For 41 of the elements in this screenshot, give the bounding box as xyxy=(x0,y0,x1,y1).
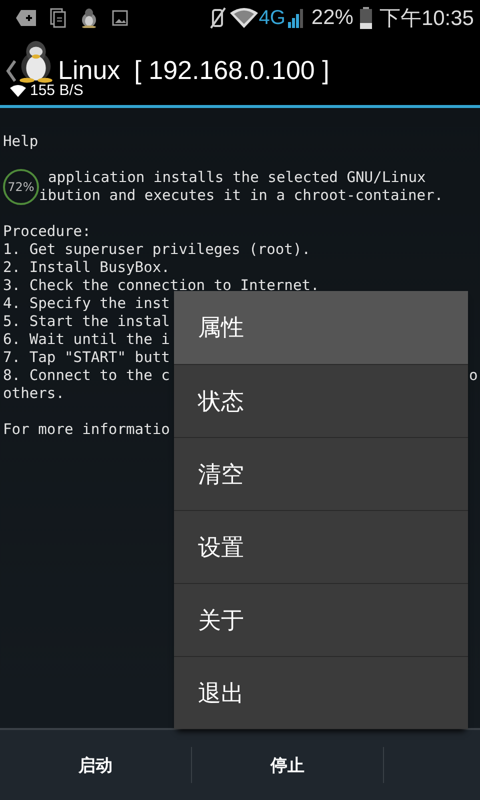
penguin-icon xyxy=(18,40,54,83)
menu-item[interactable]: 关于 xyxy=(174,583,468,656)
battery-percent: 22% xyxy=(311,6,354,30)
menu-item[interactable]: 设置 xyxy=(174,510,468,583)
terminal-line: others. xyxy=(3,385,65,402)
muted-vibrate-icon xyxy=(208,7,227,29)
menu-item[interactable]: 状态 xyxy=(174,364,468,437)
menu-item[interactable]: 清空 xyxy=(174,437,468,510)
bar-button[interactable]: 启动 xyxy=(0,730,191,800)
wifi-icon xyxy=(10,84,26,96)
terminal-line: 1. Get superuser privileges (root). xyxy=(3,241,311,258)
terminal-line: Help xyxy=(3,133,38,150)
ip-address: [ 192.168.0.100 ] xyxy=(134,55,330,86)
terminal-line: 6. Wait until the i xyxy=(3,331,170,348)
terminal-line: 4. Specify the inst xyxy=(3,295,170,312)
wifi-icon xyxy=(230,7,258,29)
terminal-line: 8. Connect to the c xyxy=(3,367,170,384)
app-title: Linux xyxy=(58,55,120,85)
document-icon xyxy=(50,8,66,28)
terminal-line: 3. Check the connection to Internet. xyxy=(3,277,320,294)
progress-badge: 72% xyxy=(3,169,39,205)
terminal-line: application installs the selected GNU/Linux xyxy=(48,169,426,186)
image-icon xyxy=(112,10,128,26)
terminal-line: 7. Tap "START" butt xyxy=(3,349,170,366)
terminal-line: Procedure: xyxy=(3,223,91,240)
add-icon xyxy=(16,10,36,26)
penguin-icon xyxy=(80,8,98,28)
terminal-line: 2. Install BusyBox. xyxy=(3,259,170,276)
terminal-text: o xyxy=(469,367,478,385)
signal-icon xyxy=(288,8,304,28)
clock: 下午10:35 xyxy=(379,6,474,32)
terminal-line: 5. Start the instal xyxy=(3,313,170,330)
network-type-label: 4G xyxy=(258,6,286,30)
terminal-line: ibution and executes it in a chroot-container. xyxy=(39,187,444,204)
menu-item[interactable]: 退出 xyxy=(174,656,468,729)
back-chevron-icon xyxy=(6,60,16,82)
bar-button[interactable]: 停止 xyxy=(192,730,383,800)
terminal-line: For more informatio xyxy=(3,421,170,438)
transfer-speed: 155 B/S xyxy=(30,82,84,99)
battery-icon xyxy=(360,7,372,29)
menu-item[interactable]: 属性 xyxy=(174,291,468,364)
